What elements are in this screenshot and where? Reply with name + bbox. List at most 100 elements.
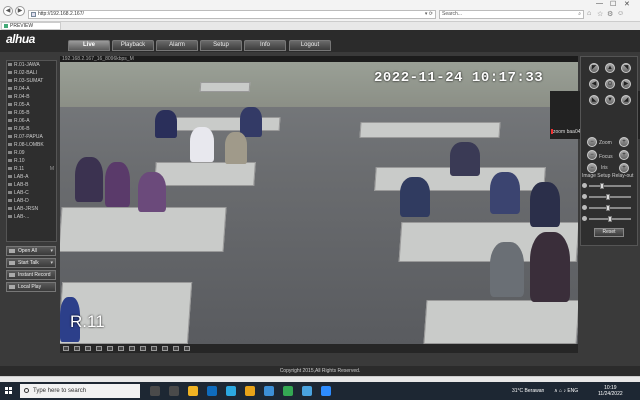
focus-plus-button[interactable]: + [619, 150, 629, 160]
ptz-arrow-button[interactable]: ◣ [589, 95, 599, 105]
video-tool-icon[interactable] [96, 346, 102, 351]
taskbar-app-icon[interactable] [302, 386, 312, 396]
ptz-arrow-button[interactable]: ◤ [589, 63, 599, 73]
taskbar-app-icon[interactable] [321, 386, 331, 396]
channel-item[interactable]: R.11 M [7, 165, 56, 173]
channel-item[interactable]: R.09 [7, 149, 56, 157]
channel-item[interactable]: LAB-B [7, 181, 56, 189]
channel-item[interactable]: LAB-D [7, 197, 56, 205]
close-icon[interactable]: ✕ [624, 0, 630, 8]
video-tool-icon[interactable] [74, 346, 80, 351]
search-icon[interactable]: ⌕ [578, 11, 581, 18]
channel-item[interactable]: R.08-LOMBK [7, 141, 56, 149]
forward-icon[interactable]: ▶ [15, 6, 25, 16]
taskbar-app-icon[interactable] [169, 386, 179, 396]
video-tool-icon[interactable] [107, 346, 113, 351]
tab-image-setup[interactable]: Image Setup [582, 173, 610, 179]
sidebar-button-instant-record[interactable]: Instant Record [6, 270, 56, 280]
taskbar-app-icon[interactable] [264, 386, 274, 396]
chevron-down-icon[interactable]: ▾ [50, 259, 53, 267]
ptz-arrow-button[interactable]: ▲ [605, 63, 615, 73]
ptz-arrow-button[interactable]: ▶ [621, 79, 631, 89]
focus-minus-button[interactable]: − [587, 150, 597, 160]
ptz-arrow-button[interactable]: ◢ [621, 95, 631, 105]
channel-item[interactable]: LAB-JRSN [7, 205, 56, 213]
video-tool-icon[interactable] [173, 346, 179, 351]
channel-item[interactable]: R.10 [7, 157, 56, 165]
channel-item[interactable]: R.05-A [7, 101, 56, 109]
back-icon[interactable]: ◀ [3, 6, 13, 16]
smiley-icon[interactable]: ☺ [617, 10, 624, 17]
taskbar-app-icon[interactable] [150, 386, 160, 396]
star-icon[interactable]: ☆ [597, 10, 603, 18]
zoom-plus-button[interactable]: + [619, 137, 629, 147]
channel-item[interactable]: R.06-B [7, 125, 56, 133]
channel-item[interactable]: R.05-B [7, 109, 56, 117]
address-tools[interactable]: ▾ ⟳ [425, 11, 433, 18]
tab-info[interactable]: Info [244, 40, 286, 51]
channel-item[interactable]: LAB-C [7, 189, 56, 197]
video-tool-icon[interactable] [184, 346, 190, 351]
sidebar-button-start-talk[interactable]: Start Talk ▾ [6, 258, 56, 268]
taskbar-search-input[interactable]: Type here to search [20, 384, 140, 398]
channel-item[interactable]: LAB-... [7, 213, 56, 221]
iris-minus-button[interactable]: − [587, 163, 597, 173]
tray-icons[interactable]: ∧ ⌂ ♪ ENG [554, 382, 578, 400]
ptz-arrow-button[interactable]: ⊙ [605, 79, 615, 89]
image-slider[interactable] [589, 183, 631, 189]
maximize-icon[interactable]: ☐ [610, 0, 616, 8]
taskbar-app-icon[interactable] [283, 386, 293, 396]
taskbar-app-icon[interactable] [245, 386, 255, 396]
clock[interactable]: 10:19 11/24/2022 [598, 385, 623, 397]
tab-setup[interactable]: Setup [200, 40, 242, 51]
image-slider[interactable] [589, 205, 631, 211]
channel-list[interactable]: R.01-JAWA R.02-BALI R.03-SUMAT R.04-A R.04-B… [6, 60, 57, 242]
slider-knob[interactable] [606, 194, 611, 200]
tab-live[interactable]: Live [68, 40, 110, 51]
channel-item[interactable]: R.04-B [7, 93, 56, 101]
tab-relay-out[interactable]: Relay-out [612, 173, 633, 179]
channel-item[interactable]: R.04-A [7, 85, 56, 93]
image-slider[interactable] [589, 194, 631, 200]
reset-button[interactable]: Reset [594, 228, 624, 237]
channel-item[interactable]: R.02-BALI [7, 69, 56, 77]
video-tool-icon[interactable] [162, 346, 168, 351]
image-slider[interactable] [589, 216, 631, 222]
slider-knob[interactable] [606, 205, 611, 211]
channel-item[interactable]: R.03-SUMAT [7, 77, 56, 85]
slider-knob[interactable] [608, 216, 612, 222]
channel-item[interactable]: R.07-PAPUA [7, 133, 56, 141]
video-feed[interactable]: 2022-11-24 10:17:33 R.11 [60, 62, 578, 344]
tab-playback[interactable]: Playback [112, 40, 154, 51]
ptz-arrow-button[interactable]: ▼ [605, 95, 615, 105]
iris-plus-button[interactable]: + [619, 163, 629, 173]
gear-icon[interactable]: ⚙ [607, 10, 613, 18]
minimize-icon[interactable]: — [596, 0, 603, 7]
slider-knob[interactable] [600, 183, 605, 189]
tab-alarm[interactable]: Alarm [156, 40, 198, 51]
video-tool-icon[interactable] [63, 346, 69, 351]
zoom-minus-button[interactable]: − [587, 137, 597, 147]
address-bar[interactable]: http://192.168.2.167/ ▾ ⟳ [28, 10, 436, 19]
weather-text[interactable]: 31°C Berawan [512, 382, 544, 400]
chevron-down-icon[interactable]: ▾ [50, 247, 53, 255]
home-icon[interactable]: ⌂ [587, 10, 591, 17]
sidebar-button-local-play[interactable]: Local Play [6, 282, 56, 292]
channel-item[interactable]: R.06-A [7, 117, 56, 125]
video-tool-icon[interactable] [140, 346, 146, 351]
channel-item[interactable]: LAB-A [7, 173, 56, 181]
taskbar-app-icon[interactable] [188, 386, 198, 396]
tab-logout[interactable]: Logout [289, 40, 331, 51]
video-tool-icon[interactable] [85, 346, 91, 351]
browser-search-input[interactable]: Search... ⌕ [439, 10, 584, 19]
sidebar-button-open-all[interactable]: Open All ▾ [6, 246, 56, 256]
video-tool-icon[interactable] [151, 346, 157, 351]
browser-tab[interactable]: PREVIEW [1, 22, 61, 30]
windows-start-icon[interactable] [5, 387, 13, 395]
taskbar-app-icon[interactable] [226, 386, 236, 396]
video-tool-icon[interactable] [129, 346, 135, 351]
channel-item[interactable]: R.01-JAWA [7, 61, 56, 69]
ptz-arrow-button[interactable]: ◀ [589, 79, 599, 89]
taskbar-app-icon[interactable] [207, 386, 217, 396]
video-tool-icon[interactable] [118, 346, 124, 351]
